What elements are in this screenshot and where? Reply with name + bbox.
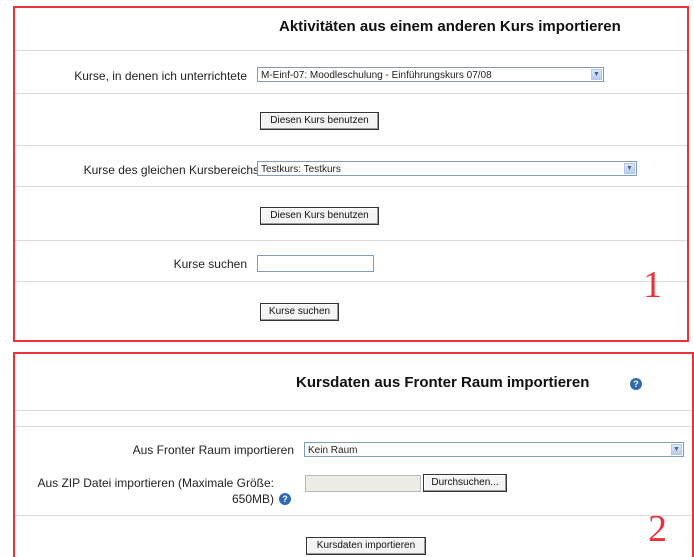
fronter-room-value: Kein Raum (308, 445, 358, 456)
zip-import-label: Aus ZIP Datei importieren (Maximale Größ… (37, 475, 274, 507)
divider (15, 50, 687, 51)
chevron-down-icon[interactable]: ▼ (624, 163, 635, 174)
divider (15, 186, 687, 187)
help-icon[interactable]: ? (630, 378, 642, 390)
import-from-course-section: Aktivitäten aus einem anderen Kurs impor… (13, 6, 689, 342)
zip-import-label-line1: Aus ZIP Datei importieren (Maximale Größ… (37, 476, 274, 490)
fronter-room-label: Aus Fronter Raum importieren (132, 443, 294, 457)
zip-import-label-line2: 650MB) (231, 492, 274, 506)
help-icon[interactable]: ? (279, 493, 291, 505)
search-courses-input[interactable] (257, 255, 374, 272)
use-course-button-1[interactable]: Diesen Kurs benutzen (260, 112, 379, 130)
chevron-down-icon[interactable]: ▼ (591, 69, 602, 80)
import-course-data-button[interactable]: Kursdaten importieren (306, 537, 426, 555)
divider (15, 145, 687, 146)
use-course-button-2[interactable]: Diesen Kurs benutzen (260, 207, 379, 225)
courses-taught-label: Kurse, in denen ich unterrichtete (74, 69, 247, 83)
same-category-select[interactable]: Testkurs: Testkurs ▼ (257, 161, 637, 176)
browse-button[interactable]: Durchsuchen... (423, 474, 507, 492)
search-courses-button[interactable]: Kurse suchen (260, 303, 339, 321)
divider (15, 515, 692, 516)
fronter-import-section: Kursdaten aus Fronter Raum importieren ?… (13, 352, 694, 557)
section-title: Kursdaten aus Fronter Raum importieren (296, 374, 590, 391)
chevron-down-icon[interactable]: ▼ (671, 444, 682, 455)
courses-taught-value: M-Einf-07: Moodleschulung - Einführungsk… (261, 70, 492, 81)
divider (15, 281, 687, 282)
zip-file-input[interactable] (305, 475, 421, 492)
divider (15, 93, 687, 94)
same-category-label: Kurse des gleichen Kursbereichs (83, 163, 259, 177)
search-courses-label: Kurse suchen (173, 257, 247, 271)
divider (15, 426, 692, 427)
same-category-value: Testkurs: Testkurs (261, 164, 341, 175)
fronter-room-select[interactable]: Kein Raum ▼ (304, 442, 684, 457)
annotation-number: 2 (648, 508, 667, 550)
divider (15, 410, 692, 411)
section-title: Aktivitäten aus einem anderen Kurs impor… (279, 18, 621, 35)
annotation-number: 1 (643, 264, 662, 306)
divider (15, 240, 687, 241)
courses-taught-select[interactable]: M-Einf-07: Moodleschulung - Einführungsk… (257, 67, 604, 82)
